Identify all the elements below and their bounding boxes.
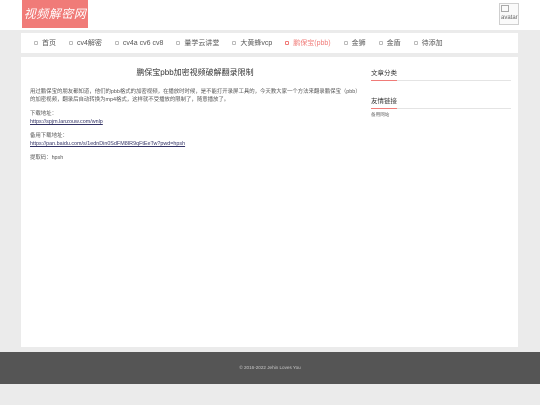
nav-item-liangxue[interactable]: 量学云讲堂 — [176, 38, 219, 48]
nav-bullet-icon — [378, 41, 383, 45]
title-underline — [371, 80, 397, 81]
extraction-code: 提取码：hpsh — [30, 155, 64, 161]
links-title-text: 友情链接 — [371, 98, 397, 105]
top-bar: 视频解密网 avatar — [0, 0, 540, 30]
friend-link-item[interactable]: 备用网站 — [371, 112, 511, 118]
categories-title-text: 文章分类 — [371, 70, 397, 77]
nav-item-label: 大黄蜂vcp — [240, 40, 273, 47]
avatar[interactable]: avatar — [499, 3, 519, 25]
title-underline — [371, 108, 397, 109]
nav-bullet-icon — [34, 41, 38, 45]
nav-bullet-icon — [413, 41, 418, 45]
nav-item-label: 首页 — [42, 40, 56, 47]
nav-item-pbb[interactable]: 鹏保宝(pbb) — [285, 38, 331, 48]
avatar-alt-text: avatar — [501, 15, 518, 21]
nav-item-label: 金狮 — [351, 40, 366, 47]
nav-item-label: 金盾 — [386, 40, 401, 47]
download-link[interactable]: https://spjm.lanzouw.com/wnlp — [30, 119, 103, 125]
footer: © 2016-2022 Jehin Loves You — [0, 352, 540, 384]
links-widget-title: 友情链接 — [371, 95, 511, 109]
nav-bullet-icon — [114, 41, 119, 45]
nav-item-cv4a[interactable]: cv4a cv6 cv8 — [114, 39, 164, 47]
download-block: 下载地址： https://spjm.lanzouw.com/wnlp — [30, 110, 360, 126]
article-title: 鹏保宝pbb加密视频破解翻录限制 — [136, 68, 254, 77]
categories-widget-title: 文章分类 — [371, 67, 511, 81]
nav-item-label: 待添加 — [421, 40, 443, 47]
nav-item-pending[interactable]: 待添加 — [413, 38, 443, 48]
nav-item-label: 鹏保宝(pbb) — [293, 40, 331, 47]
backup-download-link[interactable]: https://pan.baidu.com/s/1ednDin0SdFM8IR9… — [30, 141, 185, 147]
backup-download-block: 备用下载地址： https://pan.baidu.com/s/1ednDin0… — [30, 132, 360, 148]
nav-item-vcp[interactable]: 大黄蜂vcp — [232, 38, 272, 48]
footer-copyright: © 2016-2022 Jehin Loves You — [239, 365, 301, 370]
nav-item-jinshi[interactable]: 金狮 — [343, 38, 366, 48]
nav-item-label: 量学云讲堂 — [184, 40, 220, 47]
nav-item-jindun[interactable]: 金盾 — [378, 38, 401, 48]
site-logo[interactable]: 视频解密网 — [22, 0, 88, 28]
nav-item-label: cv4解密 — [77, 40, 102, 47]
sidebar: 文章分类 友情链接 备用网站 — [371, 67, 511, 118]
main-nav: 首页 cv4解密 cv4a cv6 cv8 量学云讲堂 大黄蜂vcp 鹏保宝(p… — [21, 33, 518, 53]
article: 鹏保宝pbb加密视频破解翻录限制 用过鹏保宝的朋友都知道，他们的pbb格式的加密… — [30, 67, 360, 168]
nav-bullet-icon — [343, 41, 348, 45]
nav-item-label: cv4a cv6 cv8 — [122, 39, 164, 47]
nav-bullet-icon — [232, 41, 237, 45]
download-label: 下载地址： — [30, 111, 57, 117]
broken-image-icon — [501, 5, 509, 12]
content-panel: 鹏保宝pbb加密视频破解翻录限制 用过鹏保宝的朋友都知道，他们的pbb格式的加密… — [21, 57, 518, 347]
backup-download-label: 备用下载地址： — [30, 133, 68, 139]
nav-bullet-icon — [69, 41, 73, 45]
nav-bullet-icon — [285, 41, 290, 45]
nav-item-home[interactable]: 首页 — [34, 38, 56, 48]
article-intro: 用过鹏保宝的朋友都知道，他们的pbb格式的加密视频，在播放时时候，是不能打开录屏… — [30, 89, 358, 103]
nav-item-cv4[interactable]: cv4解密 — [69, 38, 102, 48]
nav-bullet-icon — [176, 41, 181, 45]
